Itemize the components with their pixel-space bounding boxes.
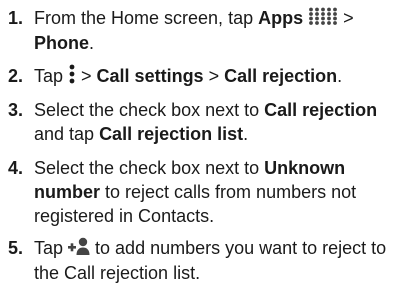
step-text-part: > xyxy=(203,66,225,86)
call-rejection-list-label: Call rejection list xyxy=(99,124,244,144)
step-number: 2. xyxy=(8,66,24,86)
step-text: From the Home screen, tap Apps > Phone. xyxy=(34,6,396,55)
step-text: Tap to add numbers you want to reject to… xyxy=(34,236,396,285)
apps-label: Apps xyxy=(258,8,304,28)
step-text-part: Tap xyxy=(34,238,69,258)
step-number: 4. xyxy=(8,158,24,178)
step-text: Select the check box next to Unknown num… xyxy=(34,156,396,228)
step-text-part: Tap xyxy=(34,66,69,86)
step-text-part: From the Home screen, tap xyxy=(34,8,259,28)
step-text-part: and tap xyxy=(34,124,100,144)
step-number: 5. xyxy=(8,238,24,258)
phone-label: Phone xyxy=(34,33,90,54)
step-text: Tap > Call settings > Call rejection. xyxy=(34,64,396,90)
step-number: 1. xyxy=(8,8,24,28)
step-text-part: > xyxy=(76,66,97,86)
step-text-part: . xyxy=(243,124,249,144)
step-text-part: . xyxy=(89,33,95,54)
call-rejection-label: Call rejection xyxy=(224,66,338,86)
step-text-part: Select the check box next to xyxy=(34,100,265,120)
step-text-part: Select the check box next to xyxy=(34,158,265,178)
step-text-part: . xyxy=(337,66,343,86)
call-rejection-label: Call rejection xyxy=(264,100,378,120)
step-number: 3. xyxy=(8,100,24,120)
call-settings-label: Call settings xyxy=(96,66,204,86)
step-text-part: > xyxy=(338,8,354,28)
step-text: Select the check box next to Call reject… xyxy=(34,98,396,146)
add-contact-icon xyxy=(68,237,90,261)
menu-dots-vertical-icon xyxy=(68,64,76,90)
apps-grid-icon xyxy=(308,7,338,31)
